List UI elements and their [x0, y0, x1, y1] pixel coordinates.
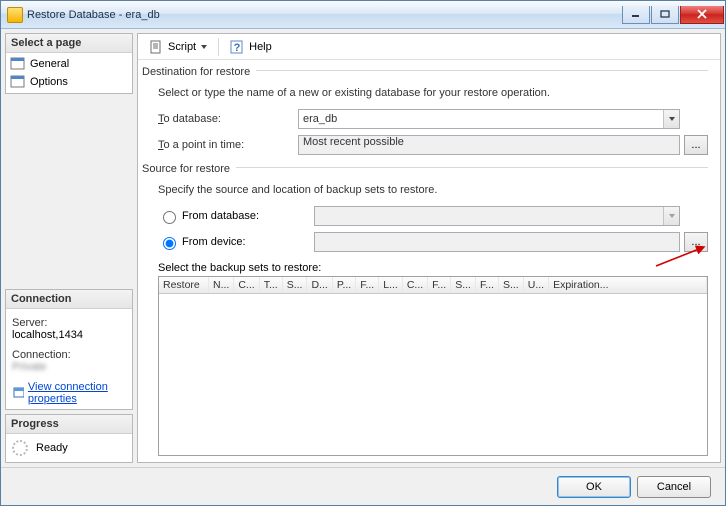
- grid-column-header[interactable]: C...: [403, 277, 428, 293]
- dest-hint: Select or type the name of a new or exis…: [158, 87, 708, 99]
- svg-text:?: ?: [234, 42, 241, 54]
- dropdown-button-disabled: [663, 207, 679, 225]
- grid-column-header[interactable]: L...: [379, 277, 403, 293]
- sidebar: Select a page General Options Connection: [5, 33, 133, 463]
- dest-section-label: Destination for restore: [142, 66, 256, 78]
- script-button[interactable]: Script: [144, 37, 212, 57]
- grid-column-header[interactable]: C...: [234, 277, 259, 293]
- minimize-button[interactable]: [622, 6, 650, 24]
- script-label: Script: [168, 41, 196, 53]
- titlebar: Restore Database - era_db: [1, 1, 725, 29]
- to-database-label: To database:: [158, 113, 298, 125]
- connection-label: Connection:: [12, 349, 126, 361]
- dropdown-arrow-icon: [200, 43, 208, 51]
- grid-column-header[interactable]: Restore: [159, 277, 209, 293]
- from-device-field: [314, 232, 680, 252]
- dropdown-button[interactable]: [663, 110, 679, 128]
- sidebar-item-label: General: [30, 58, 69, 70]
- content: Destination for restore Select or type t…: [138, 60, 720, 462]
- window-title: Restore Database - era_db: [27, 9, 160, 21]
- server-value: localhost,1434: [12, 329, 126, 341]
- grid-column-header[interactable]: F...: [476, 277, 499, 293]
- to-database-row: To database: era_db: [158, 109, 708, 129]
- server-label: Server:: [12, 317, 126, 329]
- script-icon: [148, 39, 164, 55]
- progress-body: Ready: [6, 434, 132, 462]
- grid-column-header[interactable]: F...: [356, 277, 379, 293]
- page-icon: [10, 75, 26, 89]
- page-list: General Options: [6, 53, 132, 93]
- grid-column-header[interactable]: Expiration...: [549, 277, 707, 293]
- grid-column-header[interactable]: F...: [428, 277, 451, 293]
- grid-column-header[interactable]: S...: [499, 277, 524, 293]
- link-icon: [12, 386, 24, 400]
- cancel-button[interactable]: Cancel: [637, 476, 711, 498]
- from-database-combo: [314, 206, 680, 226]
- view-connection-link[interactable]: View connection properties: [28, 381, 126, 405]
- help-icon: ?: [229, 39, 245, 55]
- source-section: Source for restore: [158, 167, 708, 176]
- toolbar-separator: [218, 38, 219, 56]
- progress-header: Progress: [6, 415, 132, 434]
- source-section-label: Source for restore: [142, 163, 236, 175]
- grid-header: RestoreN...C...T...S...D...P...F...L...C…: [159, 277, 707, 294]
- backup-sets-grid[interactable]: RestoreN...C...T...S...D...P...F...L...C…: [158, 276, 708, 456]
- grid-column-header[interactable]: P...: [333, 277, 356, 293]
- connection-body: Server: localhost,1434 Connection: Priva…: [6, 309, 132, 409]
- from-device-label: From device:: [182, 236, 314, 248]
- to-point-row: To a point in time: Most recent possible…: [158, 135, 708, 155]
- dest-section: Destination for restore: [158, 70, 708, 79]
- to-point-browse-button[interactable]: ...: [684, 135, 708, 155]
- sidebar-item-label: Options: [30, 76, 68, 88]
- grid-label: Select the backup sets to restore:: [158, 262, 708, 274]
- progress-panel: Progress Ready: [5, 414, 133, 463]
- footer: OK Cancel: [1, 467, 725, 505]
- ok-button[interactable]: OK: [557, 476, 631, 498]
- main-panel: Script ? Help Destination for restore Se…: [137, 33, 721, 463]
- to-database-combo[interactable]: era_db: [298, 109, 680, 129]
- from-device-radio[interactable]: [163, 237, 176, 250]
- progress-spinner-icon: [12, 440, 28, 456]
- connection-value: Private: [12, 361, 126, 373]
- select-page-header: Select a page: [6, 34, 132, 53]
- from-database-radio[interactable]: [163, 211, 176, 224]
- to-point-label: To a point in time:: [158, 139, 298, 151]
- grid-column-header[interactable]: T...: [260, 277, 283, 293]
- source-hint: Specify the source and location of backu…: [158, 184, 708, 196]
- from-database-label: From database:: [182, 210, 314, 222]
- window-buttons: [622, 6, 725, 24]
- grid-column-header[interactable]: U...: [524, 277, 549, 293]
- grid-column-header[interactable]: S...: [283, 277, 308, 293]
- help-label: Help: [249, 41, 272, 53]
- connection-link-row: View connection properties: [12, 381, 126, 405]
- maximize-button[interactable]: [651, 6, 679, 24]
- page-icon: [10, 57, 26, 71]
- from-device-browse-button[interactable]: ...: [684, 232, 708, 252]
- to-point-field: Most recent possible: [298, 135, 680, 155]
- sidebar-item-general[interactable]: General: [6, 55, 132, 73]
- connection-header: Connection: [6, 290, 132, 309]
- grid-column-header[interactable]: D...: [307, 277, 332, 293]
- connection-panel: Connection Server: localhost,1434 Connec…: [5, 289, 133, 410]
- grid-column-header[interactable]: S...: [451, 277, 476, 293]
- app-icon: [7, 7, 23, 23]
- progress-status: Ready: [36, 442, 68, 454]
- window: Restore Database - era_db Select a page …: [0, 0, 726, 506]
- from-device-row: From device: ...: [158, 232, 708, 252]
- close-button[interactable]: [680, 6, 724, 24]
- to-database-value: era_db: [303, 113, 337, 125]
- toolbar: Script ? Help: [138, 34, 720, 60]
- sidebar-item-options[interactable]: Options: [6, 73, 132, 91]
- body: Select a page General Options Connection: [1, 29, 725, 467]
- grid-column-header[interactable]: N...: [209, 277, 234, 293]
- help-button[interactable]: ? Help: [225, 37, 276, 57]
- from-database-row: From database:: [158, 206, 708, 226]
- select-page-panel: Select a page General Options: [5, 33, 133, 94]
